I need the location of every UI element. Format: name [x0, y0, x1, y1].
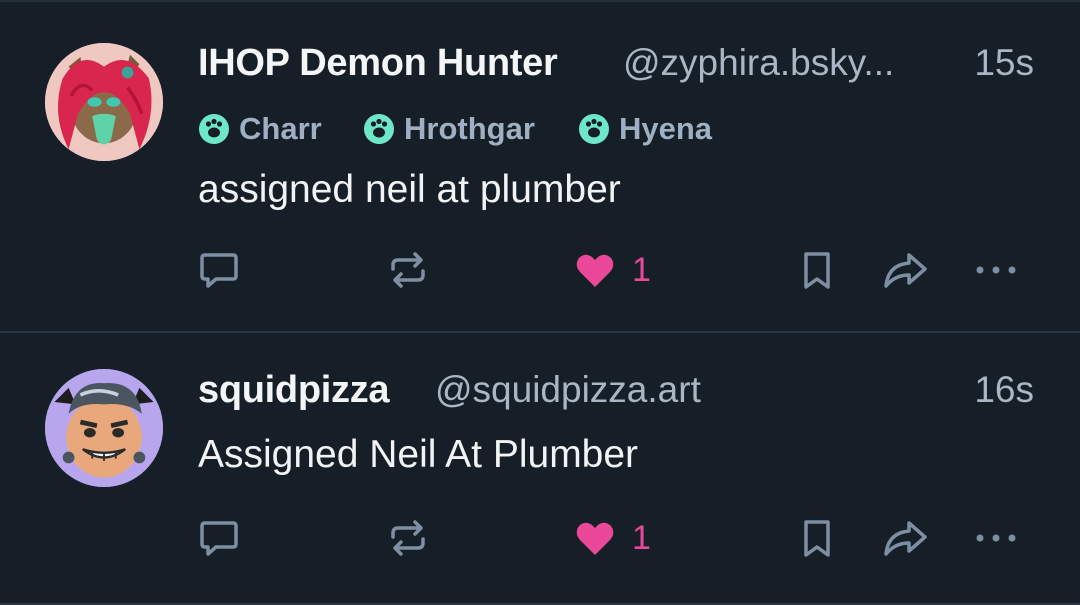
- reply-icon: [200, 253, 238, 288]
- post-text: assigned neil at plumber: [198, 168, 621, 211]
- handle[interactable]: @squidpizza.art: [435, 369, 701, 411]
- tag-label: Hrothgar: [404, 111, 535, 146]
- post-actions: 1: [0, 508, 1080, 568]
- timestamp[interactable]: 16s: [974, 369, 1034, 411]
- tag-label: Charr: [239, 111, 322, 146]
- share-button[interactable]: [881, 240, 929, 300]
- paw-icon: [199, 114, 229, 144]
- reply-button[interactable]: [196, 240, 242, 300]
- paw-icon: [579, 114, 609, 144]
- share-icon: [884, 253, 927, 288]
- display-name[interactable]: squidpizza: [198, 369, 390, 412]
- post-header: IHOP Demon Hunter @zyphira.bsky... 15s: [198, 42, 1034, 92]
- repost-icon: [391, 252, 425, 288]
- like-count: 1: [632, 250, 651, 289]
- heart-icon: [576, 522, 614, 555]
- post-item[interactable]: squidpizza @squidpizza.art 16s Assigned …: [0, 333, 1080, 605]
- avatar[interactable]: [45, 369, 163, 487]
- bookmark-button[interactable]: [794, 240, 840, 300]
- more-icon: [976, 534, 1016, 542]
- tag-charr[interactable]: Charr: [198, 109, 322, 149]
- tag-label: Hyena: [619, 111, 713, 146]
- post-actions: 1: [0, 240, 1080, 300]
- reply-icon: [200, 521, 238, 556]
- repost-icon: [391, 520, 425, 556]
- more-options-button[interactable]: [973, 240, 1019, 300]
- tag-hyena[interactable]: Hyena: [578, 109, 712, 149]
- like-button[interactable]: 1: [572, 240, 651, 300]
- share-icon: [884, 521, 927, 556]
- repost-button[interactable]: [385, 508, 431, 568]
- timestamp[interactable]: 15s: [974, 42, 1034, 84]
- post-text: Assigned Neil At Plumber: [198, 433, 639, 476]
- heart-icon: [576, 254, 614, 287]
- more-options-button[interactable]: [973, 508, 1019, 568]
- post-item[interactable]: IHOP Demon Hunter @zyphira.bsky... 15s C…: [0, 0, 1080, 333]
- bookmark-icon: [804, 252, 830, 289]
- tag-hrothgar[interactable]: Hrothgar: [363, 109, 535, 149]
- feed: IHOP Demon Hunter @zyphira.bsky... 15s C…: [0, 0, 1080, 605]
- display-name[interactable]: IHOP Demon Hunter: [198, 42, 558, 85]
- repost-button[interactable]: [385, 240, 431, 300]
- paw-icon: [364, 114, 394, 144]
- like-button[interactable]: 1: [572, 508, 651, 568]
- share-button[interactable]: [881, 508, 929, 568]
- more-icon: [976, 266, 1016, 274]
- post-header: squidpizza @squidpizza.art 16s: [198, 369, 1034, 419]
- bookmark-button[interactable]: [794, 508, 840, 568]
- like-count: 1: [632, 518, 651, 557]
- avatar[interactable]: [45, 43, 163, 161]
- reply-button[interactable]: [196, 508, 242, 568]
- bookmark-icon: [804, 520, 830, 557]
- handle[interactable]: @zyphira.bsky...: [623, 42, 894, 84]
